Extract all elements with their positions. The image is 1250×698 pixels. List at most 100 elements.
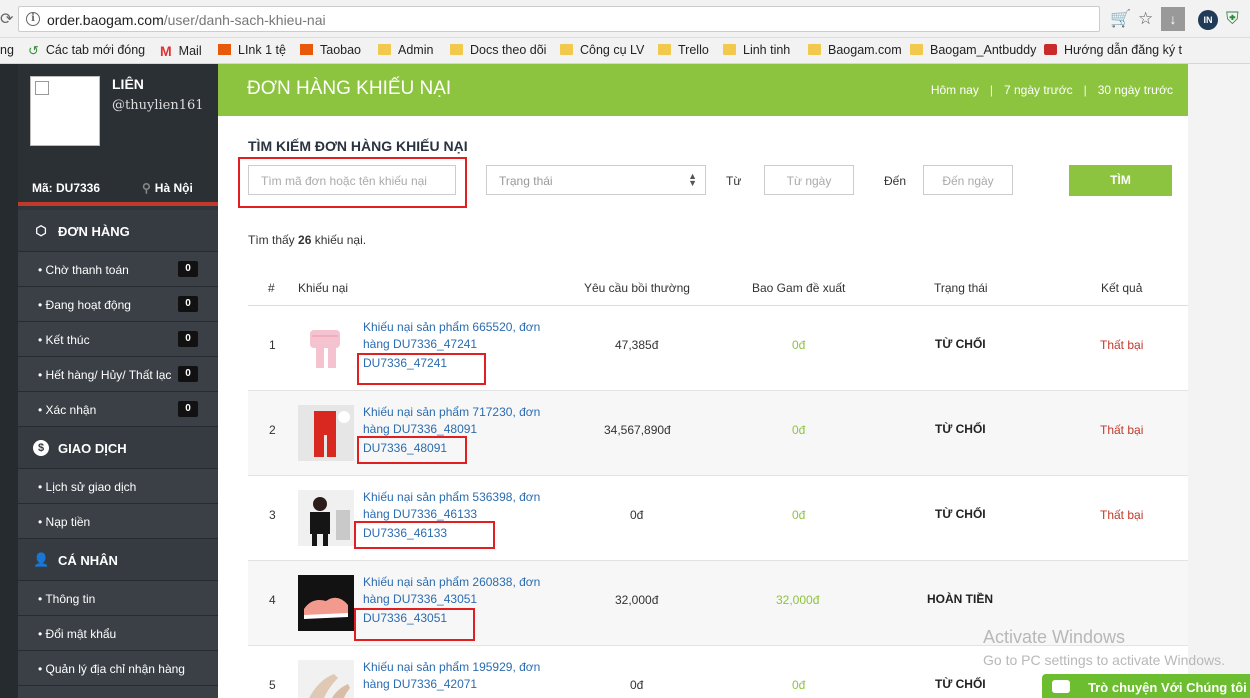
filter-30-days[interactable]: 30 ngày trước xyxy=(1098,83,1173,97)
folder-icon xyxy=(658,44,671,55)
proposal-amount: 0đ xyxy=(792,508,806,522)
url-field[interactable]: i order.baogam.com/user/danh-sach-khieu-… xyxy=(18,6,1100,32)
annotation-box xyxy=(357,436,467,464)
product-image[interactable] xyxy=(298,490,354,546)
bookmark-item[interactable]: Hướng dẫn đăng ký t xyxy=(1044,43,1182,57)
history-icon: ↺ xyxy=(28,43,39,58)
product-image[interactable] xyxy=(298,575,354,631)
avatar[interactable] xyxy=(30,76,100,146)
col-status: Trạng thái xyxy=(934,281,988,295)
profile-name: LIÊN xyxy=(112,76,144,92)
product-image[interactable] xyxy=(298,405,354,461)
bookmark-item[interactable]: ng xyxy=(0,43,14,57)
sidebar-item-deposit[interactable]: • Nạp tiền xyxy=(18,504,218,539)
sidebar-item-transaction-history[interactable]: • Lịch sử giao dịch xyxy=(18,469,218,504)
product-image[interactable] xyxy=(298,320,354,376)
bookmark-item[interactable]: Taobao xyxy=(300,43,361,57)
sidebar-item-confirm[interactable]: • Xác nhận 0 xyxy=(18,392,218,427)
folder-icon xyxy=(808,44,821,55)
sidebar-item-pending-payment[interactable]: • Chờ thanh toán 0 xyxy=(18,252,218,287)
chat-bubble-icon xyxy=(1052,680,1070,693)
annotation-box xyxy=(354,608,475,641)
complaint-title-link[interactable]: Khiếu nại sản phẩm 260838, đơn hàng DU73… xyxy=(363,574,563,608)
sidebar-item-more[interactable] xyxy=(18,686,218,698)
gmail-icon: M xyxy=(160,43,172,59)
filter-7-days[interactable]: 7 ngày trước xyxy=(1004,83,1073,97)
extension-icon[interactable]: IN xyxy=(1198,10,1218,30)
complaint-title-link[interactable]: Khiếu nại sản phẩm 717230, đơn hàng DU73… xyxy=(363,404,563,438)
status-text: TỪ CHỐI xyxy=(935,422,986,436)
bookmark-item[interactable]: Baogam.com xyxy=(808,43,902,57)
bookmark-item[interactable]: Admin xyxy=(378,43,433,57)
count-badge: 0 xyxy=(178,331,198,347)
status-select[interactable]: Trạng thái ▲ ▼ xyxy=(486,165,706,195)
count-badge: 0 xyxy=(178,366,198,382)
sidebar: LIÊN @thuylien161 Mã: DU7336 ⚲ Hà Nội ⬡ Đ… xyxy=(18,64,218,698)
folder-icon xyxy=(560,44,573,55)
table-header: # Khiếu nại Yêu cầu bồi thường Bao Gam đ… xyxy=(248,276,1188,306)
download-icon[interactable]: ↓ xyxy=(1161,7,1185,31)
complaint-title-link[interactable]: Khiếu nại sản phẩm 195929, đơn hàng DU73… xyxy=(363,659,563,693)
bookmark-item[interactable]: Docs theo dõi xyxy=(450,43,546,57)
col-complaint: Khiếu nại xyxy=(298,281,349,295)
col-claim: Yêu cầu bồi thường xyxy=(584,281,690,295)
reload-icon[interactable]: ⟳ xyxy=(0,9,14,29)
shield-icon[interactable]: ⛨ xyxy=(1226,9,1239,29)
taobao-icon xyxy=(300,44,313,55)
bookmark-item[interactable]: Công cụ LV xyxy=(560,43,644,57)
count-badge: 0 xyxy=(178,261,198,277)
broken-image-icon xyxy=(35,81,49,95)
map-pin-icon: ⚲ xyxy=(142,181,151,195)
status-text: TỪ CHỐI xyxy=(935,677,986,691)
claim-amount: 47,385đ xyxy=(615,338,659,352)
bookmark-item[interactable]: Linh tinh xyxy=(723,43,790,57)
col-number: # xyxy=(268,281,275,295)
bookmark-item[interactable]: ↺ Các tab mới đóng xyxy=(28,43,145,58)
complaint-title-link[interactable]: Khiếu nại sản phẩm 665520, đơn hàng DU73… xyxy=(363,319,563,353)
result-text: Thất bại xyxy=(1100,338,1144,352)
bookmarks-bar: ng ↺ Các tab mới đóng M Mail LInk 1 tệ Tao… xyxy=(0,38,1250,64)
customer-code: Mã: DU7336 xyxy=(32,181,101,195)
proposal-amount: 0đ xyxy=(792,678,806,692)
sidebar-item-info[interactable]: • Thông tin xyxy=(18,581,218,616)
bookmark-item[interactable]: M Mail xyxy=(160,43,202,59)
site-icon xyxy=(1044,44,1057,55)
search-button[interactable]: TÌM xyxy=(1069,165,1172,196)
claim-amount: 0đ xyxy=(630,678,644,692)
chat-button[interactable]: Trò chuyện Với Chúng tôi xyxy=(1042,674,1250,698)
folder-icon xyxy=(723,44,736,55)
star-icon[interactable]: ☆ xyxy=(1138,9,1153,29)
status-text: TỪ CHỐI xyxy=(935,337,986,351)
date-filters: Hôm nay | 7 ngày trước | 30 ngày trước xyxy=(930,83,1173,97)
complaint-title-link[interactable]: Khiếu nại sản phẩm 536398, đơn hàng DU73… xyxy=(363,489,563,523)
bookmark-item[interactable]: LInk 1 tệ xyxy=(218,43,286,57)
results-count: Tìm thấy 26 khiếu nại. xyxy=(248,233,367,247)
sidebar-item-addresses[interactable]: • Quản lý địa chỉ nhận hàng xyxy=(18,651,218,686)
sidebar-item-finished[interactable]: • Kết thúc 0 xyxy=(18,322,218,357)
activate-windows-title: Activate Windows xyxy=(983,627,1126,647)
claim-amount: 32,000đ xyxy=(615,593,659,607)
taobao-icon xyxy=(218,44,231,55)
folder-icon xyxy=(910,44,923,55)
to-date-input[interactable]: Đến ngày xyxy=(923,165,1013,195)
col-proposal: Bao Gam đề xuất xyxy=(752,281,846,295)
from-label: Từ xyxy=(726,174,742,188)
browser-address-bar: ⟳ i order.baogam.com/user/danh-sach-khie… xyxy=(0,0,1250,38)
sidebar-item-change-password[interactable]: • Đổi mật khẩu xyxy=(18,616,218,651)
product-image[interactable] xyxy=(298,660,354,698)
bookmark-item[interactable]: Trello xyxy=(658,43,709,57)
box-icon: ⬡ xyxy=(35,223,47,238)
page-title: ĐƠN HÀNG KHIẾU NẠI xyxy=(247,78,452,99)
profile-card: LIÊN @thuylien161 Mã: DU7336 ⚲ Hà Nội xyxy=(18,64,218,206)
from-date-input[interactable]: Từ ngày xyxy=(764,165,854,195)
info-icon[interactable]: i xyxy=(26,12,40,26)
claim-amount: 0đ xyxy=(630,508,644,522)
proposal-amount: 0đ xyxy=(792,423,806,437)
sidebar-item-out-of-stock[interactable]: • Hết hàng/ Hủy/ Thất lạc 0 xyxy=(18,357,218,392)
sidebar-item-active[interactable]: • Đang hoạt động 0 xyxy=(18,287,218,322)
bookmark-item[interactable]: Baogam_Antbuddy xyxy=(910,43,1036,57)
cart-icon[interactable]: 🛒 xyxy=(1110,9,1131,29)
select-arrows-icon: ▲ ▼ xyxy=(688,171,697,188)
annotation-box xyxy=(357,353,486,385)
filter-today[interactable]: Hôm nay xyxy=(931,83,979,97)
